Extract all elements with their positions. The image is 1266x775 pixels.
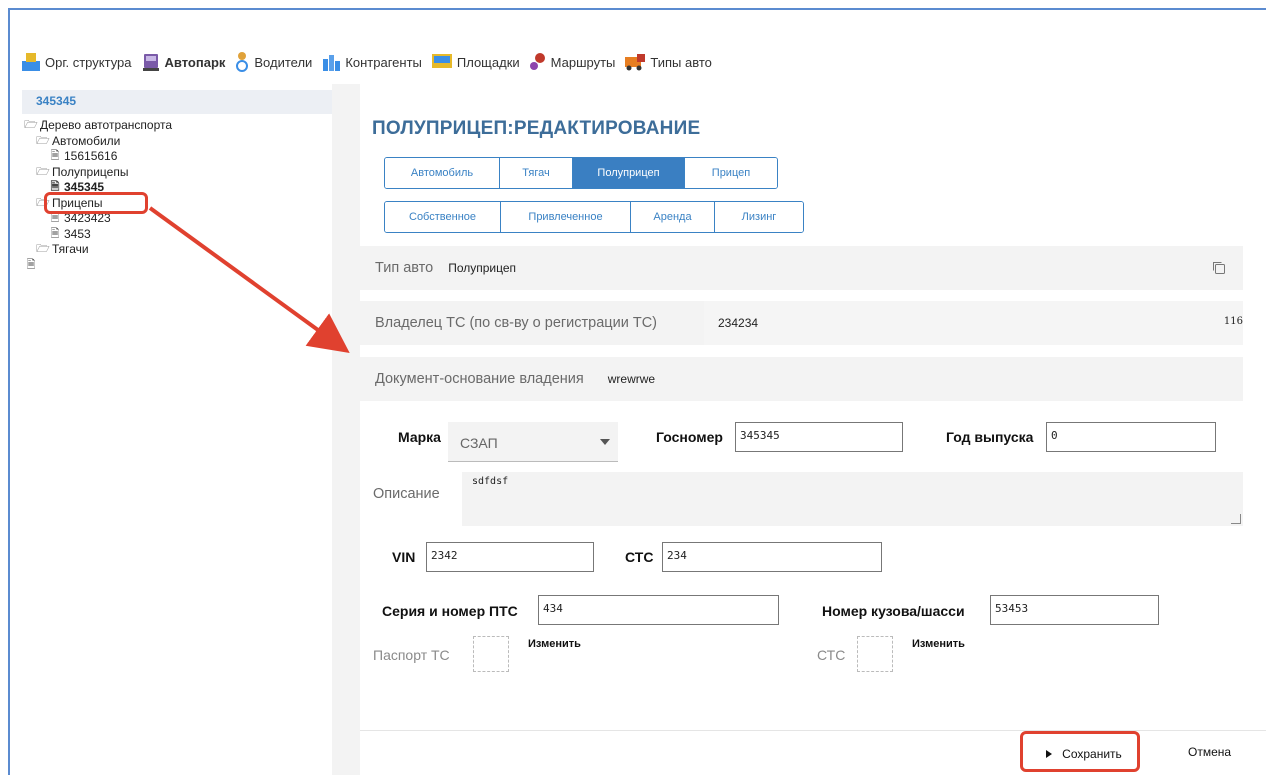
- document-icon: 🗎: [26, 258, 36, 271]
- folder-icon: 🗁: [36, 134, 50, 147]
- folder-icon: 🗁: [24, 119, 38, 131]
- cancel-button[interactable]: Отмена: [1188, 745, 1231, 759]
- passport-change-link[interactable]: Изменить: [528, 638, 581, 650]
- description-value: sdfdsf: [472, 476, 509, 487]
- tab-attracted[interactable]: Привлеченное: [501, 202, 631, 232]
- brand-label: Марка: [398, 429, 441, 445]
- nav-sites[interactable]: Площадки: [430, 51, 520, 73]
- tree-item-label: Полуприцепы: [52, 164, 129, 179]
- tab-rent[interactable]: Аренда: [631, 202, 715, 232]
- vin-label: VIN: [392, 549, 416, 565]
- description-label: Описание: [373, 486, 440, 502]
- tab-semitrailer[interactable]: Полуприцеп: [573, 158, 685, 188]
- panel-divider: [332, 84, 360, 775]
- passport-label: Паспорт ТС: [373, 647, 450, 663]
- nav-fleet[interactable]: Автопарк: [140, 51, 226, 73]
- tab-tractor[interactable]: Тягач: [500, 158, 573, 188]
- pts-input[interactable]: 434: [538, 595, 779, 625]
- annotation-highlight-save: [1020, 731, 1140, 772]
- tab-trailer[interactable]: Прицеп: [685, 158, 777, 188]
- org-structure-icon: [22, 53, 40, 71]
- stc-input[interactable]: 234: [662, 542, 882, 572]
- pts-label: Серия и номер ПТС: [382, 603, 518, 619]
- page-title: ПОЛУПРИЦЕП:РЕДАКТИРОВАНИЕ: [372, 118, 701, 139]
- ownership-tabs: Собственное Привлеченное Аренда Лизинг: [384, 201, 804, 233]
- basis-doc-field: Документ-основание владения wrewrwe: [360, 357, 1243, 401]
- truck-icon: [142, 54, 159, 71]
- nav-org-structure[interactable]: Орг. структура: [20, 51, 132, 73]
- basis-doc-value[interactable]: wrewrwe: [608, 372, 655, 386]
- nav-label: Типы авто: [650, 54, 712, 70]
- sidebar-header: 345345: [22, 90, 332, 114]
- tab-own[interactable]: Собственное: [385, 202, 501, 232]
- tree-item[interactable]: 🗁 Дерево автотранспорта: [22, 118, 332, 134]
- owner-suffix: 116: [1223, 316, 1243, 327]
- tree-item[interactable]: 🗁 Автомобили: [22, 134, 332, 150]
- type-auto-value[interactable]: Полуприцеп: [448, 261, 516, 275]
- nav-label: Маршруты: [550, 54, 616, 70]
- plate-input[interactable]: 345345: [735, 422, 903, 452]
- nav-routes[interactable]: Маршруты: [528, 51, 616, 73]
- nav-contractors[interactable]: Контрагенты: [320, 51, 422, 73]
- annotation-highlight-tree: [44, 192, 148, 214]
- nav-label: Орг. структура: [45, 54, 132, 70]
- tree-item-label: Дерево автотранспорта: [40, 118, 173, 132]
- body-input[interactable]: 53453: [990, 595, 1159, 625]
- resize-handle-icon[interactable]: [1231, 514, 1241, 524]
- nav-label: Площадки: [456, 54, 520, 70]
- year-label: Год выпуска: [946, 429, 1034, 445]
- nav-drivers[interactable]: Водители: [233, 51, 312, 73]
- stc-label: СТС: [625, 549, 654, 565]
- type-auto-field: Тип авто Полуприцеп: [360, 246, 1243, 290]
- tree-item[interactable]: 🗎: [22, 258, 332, 274]
- tab-car[interactable]: Автомобиль: [385, 158, 500, 188]
- owner-value: 234234: [718, 316, 759, 330]
- chevron-down-icon: [600, 439, 610, 445]
- tree-item-label: 3453: [64, 226, 91, 241]
- tree-item[interactable]: 🗁 Тягачи: [22, 242, 332, 258]
- nav-vehicle-types[interactable]: Типы авто: [623, 51, 712, 73]
- nav-label: Контрагенты: [345, 54, 422, 70]
- copy-icon[interactable]: [1211, 260, 1227, 276]
- tree-item-label: Тягачи: [52, 242, 89, 256]
- folder-icon: 🗁: [36, 243, 50, 255]
- year-input[interactable]: 0: [1046, 422, 1216, 452]
- vin-input[interactable]: 2342: [426, 542, 594, 572]
- basis-doc-label: Документ-основание владения: [375, 371, 584, 387]
- nav-label: Водители: [254, 54, 313, 70]
- nav-label: Автопарк: [164, 54, 226, 70]
- document-icon: 🗎: [50, 227, 60, 240]
- tab-leasing[interactable]: Лизинг: [715, 202, 803, 232]
- routes-icon: [529, 53, 545, 70]
- tree-item-label: Автомобили: [52, 133, 121, 148]
- tree-item[interactable]: 🗁 Полуприцепы: [22, 165, 332, 181]
- tree-item-label: 15615616: [64, 149, 118, 163]
- vehicle-type-tabs: Автомобиль Тягач Полуприцеп Прицеп: [384, 157, 778, 189]
- owner-label: Владелец ТС (по св-ву о регистрации ТС): [375, 315, 657, 331]
- owner-input[interactable]: 234234 116: [704, 301, 1243, 345]
- brand-value: СЗАП: [460, 435, 498, 451]
- owner-field: Владелец ТС (по св-ву о регистрации ТС) …: [360, 301, 1243, 345]
- passport-image-placeholder: [473, 636, 509, 672]
- description-textarea[interactable]: sdfdsf: [462, 472, 1243, 526]
- stc-image-placeholder: [857, 636, 893, 672]
- document-icon: 🗎: [50, 150, 60, 162]
- type-auto-label: Тип авто: [375, 260, 434, 276]
- sites-icon: [431, 54, 452, 68]
- tree-item[interactable]: 🗎 3453: [22, 227, 332, 243]
- tree-item[interactable]: 🗎 15615616: [22, 149, 332, 165]
- brand-select[interactable]: СЗАП: [448, 422, 618, 462]
- contractors-icon: [323, 55, 341, 71]
- plate-label: Госномер: [656, 429, 723, 445]
- driver-icon: [236, 52, 249, 72]
- body-label: Номер кузова/шасси: [822, 603, 965, 619]
- folder-icon: 🗁: [36, 165, 50, 178]
- stc-doc-label: СТС: [817, 647, 846, 663]
- stc-change-link[interactable]: Изменить: [912, 638, 965, 650]
- vehicle-types-icon: [625, 54, 646, 71]
- edit-panel: ПОЛУПРИЦЕП:РЕДАКТИРОВАНИЕ Автомобиль Тяг…: [360, 84, 1266, 775]
- top-nav: Орг. структура Автопарк Водители Контраг…: [20, 40, 720, 84]
